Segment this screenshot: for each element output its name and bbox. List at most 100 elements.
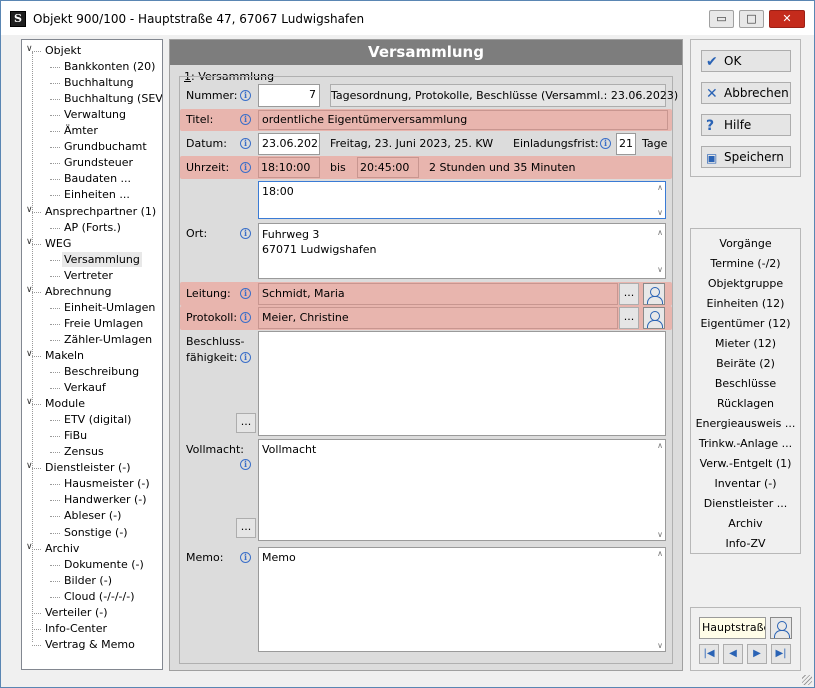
related-link[interactable]: Einheiten (12) bbox=[691, 297, 800, 310]
related-link[interactable]: Mieter (12) bbox=[691, 337, 800, 350]
tree-item[interactable]: Bankkonten (20) bbox=[62, 59, 157, 74]
tree-item[interactable]: Freie Umlagen bbox=[62, 316, 145, 331]
tree-item[interactable]: Grundbuchamt bbox=[62, 139, 149, 154]
tree-item[interactable]: Ableser (-) bbox=[62, 508, 123, 523]
uhrzeit-memo-field[interactable]: 18:00 ∧ ∨ bbox=[258, 181, 666, 219]
beschluss-field[interactable] bbox=[258, 331, 666, 436]
tree-item[interactable]: Makeln bbox=[43, 348, 86, 363]
maximize-button[interactable]: □ bbox=[739, 10, 764, 28]
related-link[interactable]: Eigentümer (12) bbox=[691, 317, 800, 330]
tree-item[interactable]: AP (Forts.) bbox=[62, 220, 123, 235]
tree-item[interactable]: Verkauf bbox=[62, 380, 108, 395]
tree-item[interactable]: Verwaltung bbox=[62, 107, 128, 122]
hilfe-button[interactable]: ? Hilfe bbox=[701, 114, 791, 136]
related-link[interactable]: Beiräte (2) bbox=[691, 357, 800, 370]
leitung-info-icon[interactable]: i bbox=[240, 288, 251, 299]
related-link[interactable]: Dienstleister ... bbox=[691, 497, 800, 510]
tree-item[interactable]: Dokumente (-) bbox=[62, 557, 146, 572]
einladungsfrist-field[interactable]: 21 bbox=[616, 133, 636, 155]
uhrzeit-to-field[interactable]: 20:45:00 bbox=[357, 157, 419, 178]
last-record-button[interactable]: ▶| bbox=[771, 644, 791, 664]
ort-field[interactable]: Fuhrweg 3 67071 Ludwigshafen ∧ ∨ bbox=[258, 223, 666, 279]
datum-field[interactable]: 23.06.2023 bbox=[258, 133, 320, 155]
memo-field[interactable]: Memo ∧ ∨ bbox=[258, 547, 666, 652]
tree-item[interactable]: Ämter bbox=[62, 123, 100, 138]
datum-info-icon[interactable]: i bbox=[240, 138, 251, 149]
tree-item[interactable]: Vertrag & Memo bbox=[43, 637, 137, 652]
nummer-info-icon[interactable]: i bbox=[240, 90, 251, 101]
scroll-down-icon[interactable]: ∨ bbox=[657, 262, 663, 277]
tree-item[interactable]: Hausmeister (-) bbox=[62, 476, 152, 491]
tree-item[interactable]: Ansprechpartner (1) bbox=[43, 204, 158, 219]
tree-item[interactable]: Zensus bbox=[62, 444, 106, 459]
uhrzeit-from-field[interactable]: 18:10:00 bbox=[258, 157, 320, 178]
beschluss-info-icon[interactable]: i bbox=[240, 352, 251, 363]
scroll-up-icon[interactable]: ∧ bbox=[657, 549, 663, 558]
person-search-icon[interactable] bbox=[770, 617, 792, 639]
tree-item[interactable]: ETV (digital) bbox=[62, 412, 133, 427]
tree-item[interactable]: Buchhaltung bbox=[62, 75, 136, 90]
scroll-down-icon[interactable]: ∨ bbox=[657, 641, 663, 650]
scroll-up-icon[interactable]: ∧ bbox=[657, 183, 663, 192]
tree-item[interactable]: Einheiten ... bbox=[62, 187, 132, 202]
einladungsfrist-info-icon[interactable]: i bbox=[600, 138, 611, 149]
tree-item[interactable]: Cloud (-/-/-/-) bbox=[62, 589, 137, 604]
related-link[interactable]: Archiv bbox=[691, 517, 800, 530]
tree-item[interactable]: WEG bbox=[43, 236, 73, 251]
ort-info-icon[interactable]: i bbox=[240, 228, 251, 239]
tree-item[interactable]: Beschreibung bbox=[62, 364, 141, 379]
resize-grip[interactable] bbox=[802, 675, 812, 685]
related-link[interactable]: Verw.-Entgelt (1) bbox=[691, 457, 800, 470]
search-field[interactable]: Hauptstraße bbox=[699, 617, 766, 639]
minimize-button[interactable]: ▭ bbox=[709, 10, 734, 28]
related-link[interactable]: Trinkw.-Anlage ... bbox=[691, 437, 800, 450]
tree-item[interactable]: Info-Center bbox=[43, 621, 109, 636]
vollmacht-field[interactable]: Vollmacht ∧ ∨ bbox=[258, 439, 666, 541]
tree-item[interactable]: Versammlung bbox=[62, 251, 142, 267]
abbrechen-button[interactable]: ✕ Abbrechen bbox=[701, 82, 791, 104]
tree-item[interactable]: Grundsteuer bbox=[62, 155, 135, 170]
tree-item[interactable]: Archiv bbox=[43, 541, 81, 556]
related-link[interactable]: Inventar (-) bbox=[691, 477, 800, 490]
vollmacht-browse-button[interactable]: ... bbox=[236, 518, 256, 538]
protokoll-browse-button[interactable]: ... bbox=[619, 307, 639, 329]
ok-button[interactable]: ✔ OK bbox=[701, 50, 791, 72]
tree-item[interactable]: FiBu bbox=[62, 428, 89, 443]
leitung-person-icon[interactable] bbox=[643, 283, 665, 305]
related-link[interactable]: Info-ZV bbox=[691, 537, 800, 550]
related-link[interactable]: Objektgruppe bbox=[691, 277, 800, 290]
memo-info-icon[interactable]: i bbox=[240, 552, 251, 563]
tagesordnung-button[interactable]: Tagesordnung, Protokolle, Beschlüsse (Ve… bbox=[330, 84, 678, 107]
titel-info-icon[interactable]: i bbox=[240, 114, 251, 125]
tree-item[interactable]: Baudaten ... bbox=[62, 171, 133, 186]
tree-item[interactable]: Einheit-Umlagen bbox=[62, 300, 157, 315]
uhrzeit-info-icon[interactable]: i bbox=[240, 162, 251, 173]
tree-item[interactable]: Module bbox=[43, 396, 87, 411]
scroll-up-icon[interactable]: ∧ bbox=[657, 225, 663, 240]
protokoll-field[interactable]: Meier, Christine bbox=[258, 307, 618, 329]
leitung-field[interactable]: Schmidt, Maria bbox=[258, 283, 618, 305]
tree-item[interactable]: Zähler-Umlagen bbox=[62, 332, 154, 347]
titel-field[interactable]: ordentliche Eigentümerversammlung bbox=[258, 110, 668, 130]
tree-item[interactable]: Verteiler (-) bbox=[43, 605, 110, 620]
tree-item[interactable]: Sonstige (-) bbox=[62, 525, 130, 540]
related-link[interactable]: Vorgänge bbox=[691, 237, 800, 250]
speichern-button[interactable]: ▣ Speichern bbox=[701, 146, 791, 168]
related-link[interactable]: Rücklagen bbox=[691, 397, 800, 410]
next-record-button[interactable]: ▶ bbox=[747, 644, 767, 664]
prev-record-button[interactable]: ◀ bbox=[723, 644, 743, 664]
close-button[interactable]: ✕ bbox=[769, 10, 805, 28]
scroll-down-icon[interactable]: ∨ bbox=[657, 208, 663, 217]
protokoll-info-icon[interactable]: i bbox=[240, 312, 251, 323]
tree-item[interactable]: Bilder (-) bbox=[62, 573, 114, 588]
related-link[interactable]: Beschlüsse bbox=[691, 377, 800, 390]
vollmacht-info-icon[interactable]: i bbox=[240, 459, 251, 470]
tree-item[interactable]: Handwerker (-) bbox=[62, 492, 149, 507]
tree-item[interactable]: Abrechnung bbox=[43, 284, 113, 299]
leitung-browse-button[interactable]: ... bbox=[619, 283, 639, 305]
first-record-button[interactable]: |◀ bbox=[699, 644, 719, 664]
related-link[interactable]: Energieausweis ... bbox=[691, 417, 800, 430]
scroll-up-icon[interactable]: ∧ bbox=[657, 441, 663, 450]
nummer-field[interactable]: 7 bbox=[258, 84, 320, 107]
scroll-down-icon[interactable]: ∨ bbox=[657, 530, 663, 539]
